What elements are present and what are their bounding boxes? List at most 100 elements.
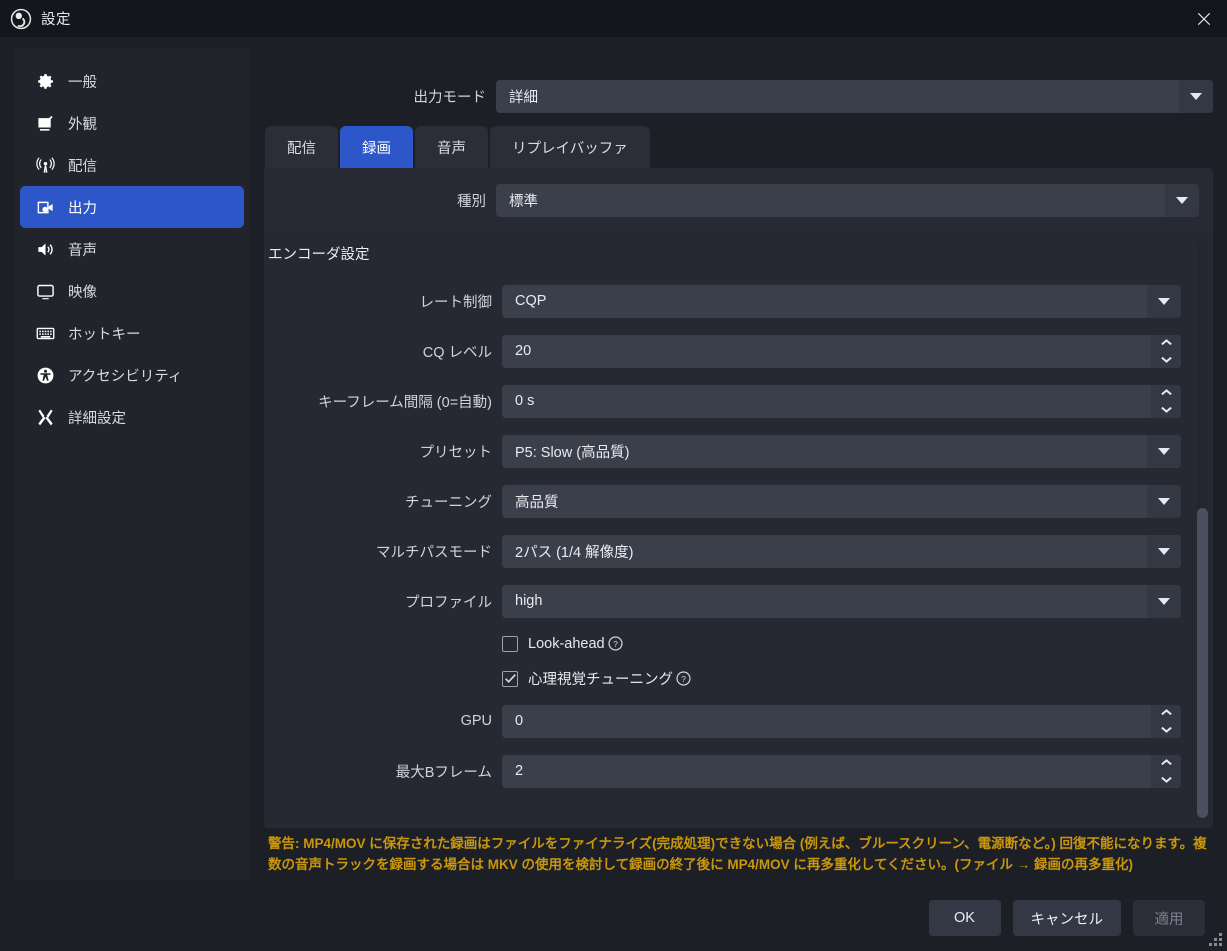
sidebar-item-general[interactable]: 一般 xyxy=(20,60,244,102)
sidebar-item-stream[interactable]: 配信 xyxy=(20,144,244,186)
encoder-scrollbar[interactable] xyxy=(1197,240,1208,818)
tuning-select[interactable]: 高品質 xyxy=(502,484,1181,518)
chevron-up-icon[interactable] xyxy=(1151,705,1181,722)
chevron-down-icon[interactable] xyxy=(1165,184,1199,217)
psycho-visual-tuning-row[interactable]: 心理視覚チューニング ? xyxy=(264,661,1213,696)
svg-text:?: ? xyxy=(613,639,618,649)
output-mode-row: 出力モード 詳細 xyxy=(264,80,1213,113)
gpu-row: GPU 0 xyxy=(264,696,1213,746)
look-ahead-checkbox[interactable] xyxy=(502,635,518,652)
gpu-value: 0 xyxy=(515,713,524,729)
chevron-down-icon[interactable] xyxy=(1151,351,1181,368)
tab-replay-buffer[interactable]: リプレイバッファ xyxy=(490,126,650,168)
preset-value: P5: Slow (高品質) xyxy=(515,444,630,461)
encoder-scroll-area: エンコーダ設定 レート制御 CQP CQ レベル 20 キーフレーム間隔 (0=… xyxy=(264,232,1213,824)
sidebar-item-video[interactable]: 映像 xyxy=(20,270,244,312)
kind-select[interactable]: 標準 xyxy=(496,184,1199,217)
chevron-down-icon[interactable] xyxy=(1147,484,1181,518)
monitor-icon xyxy=(34,280,56,302)
look-ahead-label: Look-ahead xyxy=(528,635,605,652)
cq-level-row: CQ レベル 20 xyxy=(264,326,1213,376)
stepper-buttons[interactable] xyxy=(1151,384,1181,418)
sidebar-item-accessibility[interactable]: アクセシビリティ xyxy=(20,354,244,396)
kind-row: 種別 標準 xyxy=(264,180,1213,217)
chevron-down-icon[interactable] xyxy=(1179,80,1213,113)
chevron-down-icon[interactable] xyxy=(1147,534,1181,568)
stepper-buttons[interactable] xyxy=(1151,334,1181,368)
max-bframes-label: 最大Bフレーム xyxy=(395,764,492,781)
cq-level-value: 20 xyxy=(515,343,532,359)
window-body: 一般 外観 配信 出力 音声 映像 ホットキー アクセシビリティ 詳細設定 出力… xyxy=(0,37,1227,885)
sidebar-item-hotkeys[interactable]: ホットキー xyxy=(20,312,244,354)
chevron-down-icon[interactable] xyxy=(1151,721,1181,738)
speaker-icon xyxy=(34,238,56,260)
resize-grip[interactable] xyxy=(1209,933,1222,946)
chevron-down-icon[interactable] xyxy=(1147,584,1181,618)
sidebar-item-label: 音声 xyxy=(68,242,97,259)
sidebar-item-output[interactable]: 出力 xyxy=(20,186,244,228)
rate-control-value: CQP xyxy=(515,293,547,309)
psycho-visual-tuning-checkbox[interactable] xyxy=(502,670,518,687)
tab-recording[interactable]: 録画 xyxy=(340,126,413,168)
tuning-label: チューニング xyxy=(405,494,492,511)
output-mode-select[interactable]: 詳細 xyxy=(496,80,1213,113)
chevron-up-icon[interactable] xyxy=(1151,755,1181,772)
appearance-icon xyxy=(34,112,56,134)
encoder-settings-title: エンコーダ設定 xyxy=(268,247,370,263)
ok-button[interactable]: OK xyxy=(928,900,1001,936)
stepper-buttons[interactable] xyxy=(1151,704,1181,738)
tuning-row: チューニング 高品質 xyxy=(264,476,1213,526)
cancel-button[interactable]: キャンセル xyxy=(1012,900,1121,936)
sidebar-item-audio[interactable]: 音声 xyxy=(20,228,244,270)
sidebar-item-advanced[interactable]: 詳細設定 xyxy=(20,396,244,438)
profile-value: high xyxy=(515,593,543,609)
close-icon[interactable] xyxy=(1181,0,1227,37)
chevron-down-icon[interactable] xyxy=(1147,434,1181,468)
look-ahead-row[interactable]: Look-ahead ? xyxy=(264,626,1213,661)
cq-level-stepper[interactable]: 20 xyxy=(502,334,1181,368)
multipass-mode-value: 2パス (1/4 解像度) xyxy=(515,544,634,561)
sidebar-item-label: 映像 xyxy=(68,284,97,301)
sidebar-item-label: 詳細設定 xyxy=(68,410,126,427)
help-icon[interactable]: ? xyxy=(676,671,691,686)
sidebar-item-appearance[interactable]: 外観 xyxy=(20,102,244,144)
chevron-up-icon[interactable] xyxy=(1151,335,1181,352)
tools-icon xyxy=(34,406,56,428)
gpu-label: GPU xyxy=(460,713,492,729)
profile-select[interactable]: high xyxy=(502,584,1181,618)
broadcast-icon xyxy=(34,154,56,176)
max-bframes-stepper[interactable]: 2 xyxy=(502,754,1181,788)
sidebar-item-label: ホットキー xyxy=(68,326,141,343)
multipass-mode-select[interactable]: 2パス (1/4 解像度) xyxy=(502,534,1181,568)
sidebar-item-label: 一般 xyxy=(68,74,97,91)
rate-control-select[interactable]: CQP xyxy=(502,284,1181,318)
tab-stream[interactable]: 配信 xyxy=(265,126,338,168)
dialog-footer: OK キャンセル 適用 xyxy=(0,885,1227,951)
settings-sidebar: 一般 外観 配信 出力 音声 映像 ホットキー アクセシビリティ 詳細設定 xyxy=(14,48,250,880)
chevron-up-icon[interactable] xyxy=(1151,385,1181,402)
tuning-value: 高品質 xyxy=(515,494,559,511)
help-icon[interactable]: ? xyxy=(608,636,623,651)
output-icon xyxy=(34,196,56,218)
rate-control-row: レート制御 CQP xyxy=(264,276,1213,326)
recording-panel: 種別 標準 エンコーダ設定 レート制御 CQP CQ レベル 20 キーフレーム… xyxy=(264,168,1213,872)
stepper-buttons[interactable] xyxy=(1151,754,1181,788)
output-tabs: 配信 録画 音声 リプレイバッファ xyxy=(264,126,1213,168)
profile-row: プロファイル high xyxy=(264,576,1213,626)
scrollbar-thumb[interactable] xyxy=(1197,508,1208,818)
keyframe-interval-row: キーフレーム間隔 (0=自動) 0 s xyxy=(264,376,1213,426)
svg-text:?: ? xyxy=(681,674,686,684)
cq-level-label: CQ レベル xyxy=(422,344,492,361)
chevron-down-icon[interactable] xyxy=(1147,284,1181,318)
encoder-form: レート制御 CQP CQ レベル 20 キーフレーム間隔 (0=自動) 0 s … xyxy=(264,264,1213,796)
keyframe-interval-stepper[interactable]: 0 s xyxy=(502,384,1181,418)
chevron-down-icon[interactable] xyxy=(1151,401,1181,418)
sidebar-item-label: アクセシビリティ xyxy=(68,368,183,385)
sidebar-item-label: 出力 xyxy=(68,200,97,217)
preset-select[interactable]: P5: Slow (高品質) xyxy=(502,434,1181,468)
tab-audio[interactable]: 音声 xyxy=(415,126,488,168)
keyframe-interval-value: 0 s xyxy=(515,393,535,409)
chevron-down-icon[interactable] xyxy=(1151,771,1181,788)
gpu-stepper[interactable]: 0 xyxy=(502,704,1181,738)
multipass-mode-label: マルチパスモード xyxy=(376,544,492,561)
